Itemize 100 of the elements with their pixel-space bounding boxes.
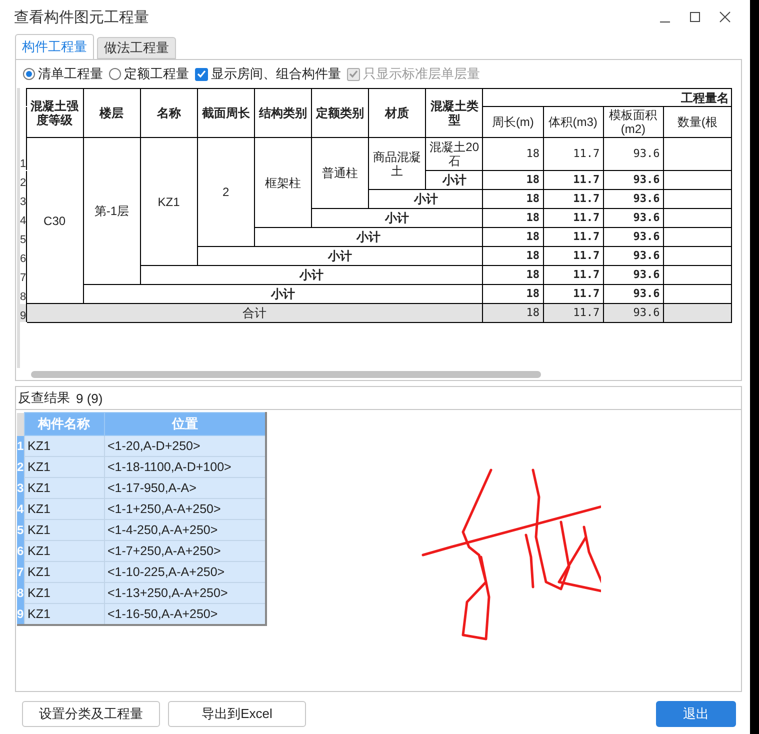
table-cell: 小计 <box>426 170 483 190</box>
option-label: 只显示标准层单层量 <box>363 65 480 83</box>
table-cell: <1-18-1100,A-D+100> <box>104 456 266 478</box>
maximize-icon[interactable] <box>689 11 701 23</box>
action-button[interactable]: 导出到Excel <box>168 701 306 727</box>
table-cell: 18 <box>482 284 543 304</box>
row-number: 9 <box>20 304 26 322</box>
table-cell: 11.7 <box>543 208 604 228</box>
table-cell: KZ1 <box>24 478 104 498</box>
table-cell: 18 <box>482 208 543 228</box>
table-cell: 合计 <box>26 304 483 322</box>
table-cell: 93.6 <box>603 266 664 284</box>
table-cell: 小计 <box>83 284 483 304</box>
row-number: 6 <box>17 540 24 562</box>
row-number: 4 <box>17 498 24 520</box>
row-number: 1 <box>17 436 24 456</box>
table-cell: 普通柱 <box>312 138 369 208</box>
row-number: 3 <box>17 478 24 498</box>
results-count: 9 (9) <box>76 390 103 406</box>
row-number: 3 <box>20 190 26 208</box>
table-cell: KZ1 <box>24 498 104 520</box>
radio-button[interactable] <box>109 68 121 80</box>
table-cell: 小计 <box>197 246 483 266</box>
row-number: 7 <box>17 562 24 582</box>
row-number: 2 <box>17 456 24 478</box>
row-number: 5 <box>17 520 24 540</box>
table-cell: 93.6 <box>603 246 664 266</box>
row-number: 5 <box>20 228 26 246</box>
table-cell: 小计 <box>140 266 483 284</box>
option-label: 清单工程量 <box>38 65 103 83</box>
table-cell: <1-17-950,A-A> <box>104 478 266 498</box>
table-cell: 18 <box>482 170 543 190</box>
table-cell: 11.7 <box>543 304 604 322</box>
row-number: 8 <box>20 284 26 304</box>
table-cell: 第-1层 <box>83 138 140 284</box>
table-cell: 2 <box>197 138 254 246</box>
table-cell: 11.7 <box>543 266 604 284</box>
column-header: 构件名称 <box>24 412 104 436</box>
tab[interactable]: 做法工程量 <box>97 37 176 59</box>
table-cell: KZ1 <box>24 562 104 582</box>
table-cell: 18 <box>482 266 543 284</box>
scrollbar-thumb[interactable] <box>31 370 541 378</box>
table-cell: 18 <box>482 246 543 266</box>
table-cell: <1-4-250,A-A+250> <box>104 520 266 540</box>
table-cell: 11.7 <box>543 190 604 208</box>
table-cell: 小计 <box>368 190 483 208</box>
table-cell: 11.7 <box>543 228 604 246</box>
action-button[interactable]: 设置分类及工程量 <box>22 701 160 727</box>
radio-button[interactable] <box>23 68 35 80</box>
table-cell: 93.6 <box>603 284 664 304</box>
table-cell: <1-1+250,A-A+250> <box>104 498 266 520</box>
table-cell: 11.7 <box>543 246 604 266</box>
table-cell: 93.6 <box>603 304 664 322</box>
checkbox[interactable] <box>195 68 208 80</box>
option-label: 显示房间、组合构件量 <box>211 65 341 83</box>
table-cell: 11.7 <box>543 284 604 304</box>
table-cell: C30 <box>26 138 84 304</box>
row-number: 7 <box>20 266 26 284</box>
table-cell: KZ1 <box>140 138 198 266</box>
action-button[interactable]: 退出 <box>656 701 736 727</box>
table-cell: 18 <box>482 304 543 322</box>
table-cell: 93.6 <box>603 138 664 170</box>
table-cell: 93.6 <box>603 190 664 208</box>
table-cell: 93.6 <box>603 170 664 190</box>
tab[interactable]: 构件工程量 <box>15 34 94 59</box>
table-cell: <1-20,A-D+250> <box>104 436 266 456</box>
table-cell: 18 <box>482 138 543 170</box>
table-cell: 小计 <box>254 228 483 246</box>
table-cell: 商品混凝土 <box>368 138 426 190</box>
table-cell: <1-16-50,A-A+250> <box>104 604 266 625</box>
table-cell: 11.7 <box>543 138 604 170</box>
table-cell: KZ1 <box>24 436 104 456</box>
table-cell: KZ1 <box>24 540 104 562</box>
results-title: 反查结果 <box>18 389 70 407</box>
table-cell: 93.6 <box>603 228 664 246</box>
row-number: 8 <box>17 582 24 604</box>
table-cell: 框架柱 <box>254 138 312 228</box>
table-cell: 18 <box>482 190 543 208</box>
table-cell: 小计 <box>312 208 483 228</box>
table-cell: <1-13+250,A-A+250> <box>104 582 266 604</box>
table-cell: KZ1 <box>24 604 104 625</box>
table-cell: 11.7 <box>543 170 604 190</box>
close-icon[interactable] <box>719 11 731 23</box>
table-cell: KZ1 <box>24 456 104 478</box>
table-cell: KZ1 <box>24 520 104 540</box>
row-number: 6 <box>20 246 26 266</box>
window-title: 查看构件图元工程量 <box>14 8 150 26</box>
row-number: 1 <box>20 138 26 170</box>
option-label: 定额工程量 <box>124 65 189 83</box>
table-cell: 混凝土20石 <box>426 138 483 170</box>
table-cell: 18 <box>482 228 543 246</box>
row-number: 9 <box>17 604 24 625</box>
table-cell: <1-10-225,A-A+250> <box>104 562 266 582</box>
row-number: 4 <box>20 208 26 228</box>
row-number: 2 <box>20 170 26 190</box>
table-cell: 93.6 <box>603 208 664 228</box>
column-header: 混凝土强度等级 <box>26 88 84 138</box>
table-cell: KZ1 <box>24 582 104 604</box>
group-header: 工程量名 <box>482 88 732 106</box>
table-cell: <1-7+250,A-A+250> <box>104 540 266 562</box>
